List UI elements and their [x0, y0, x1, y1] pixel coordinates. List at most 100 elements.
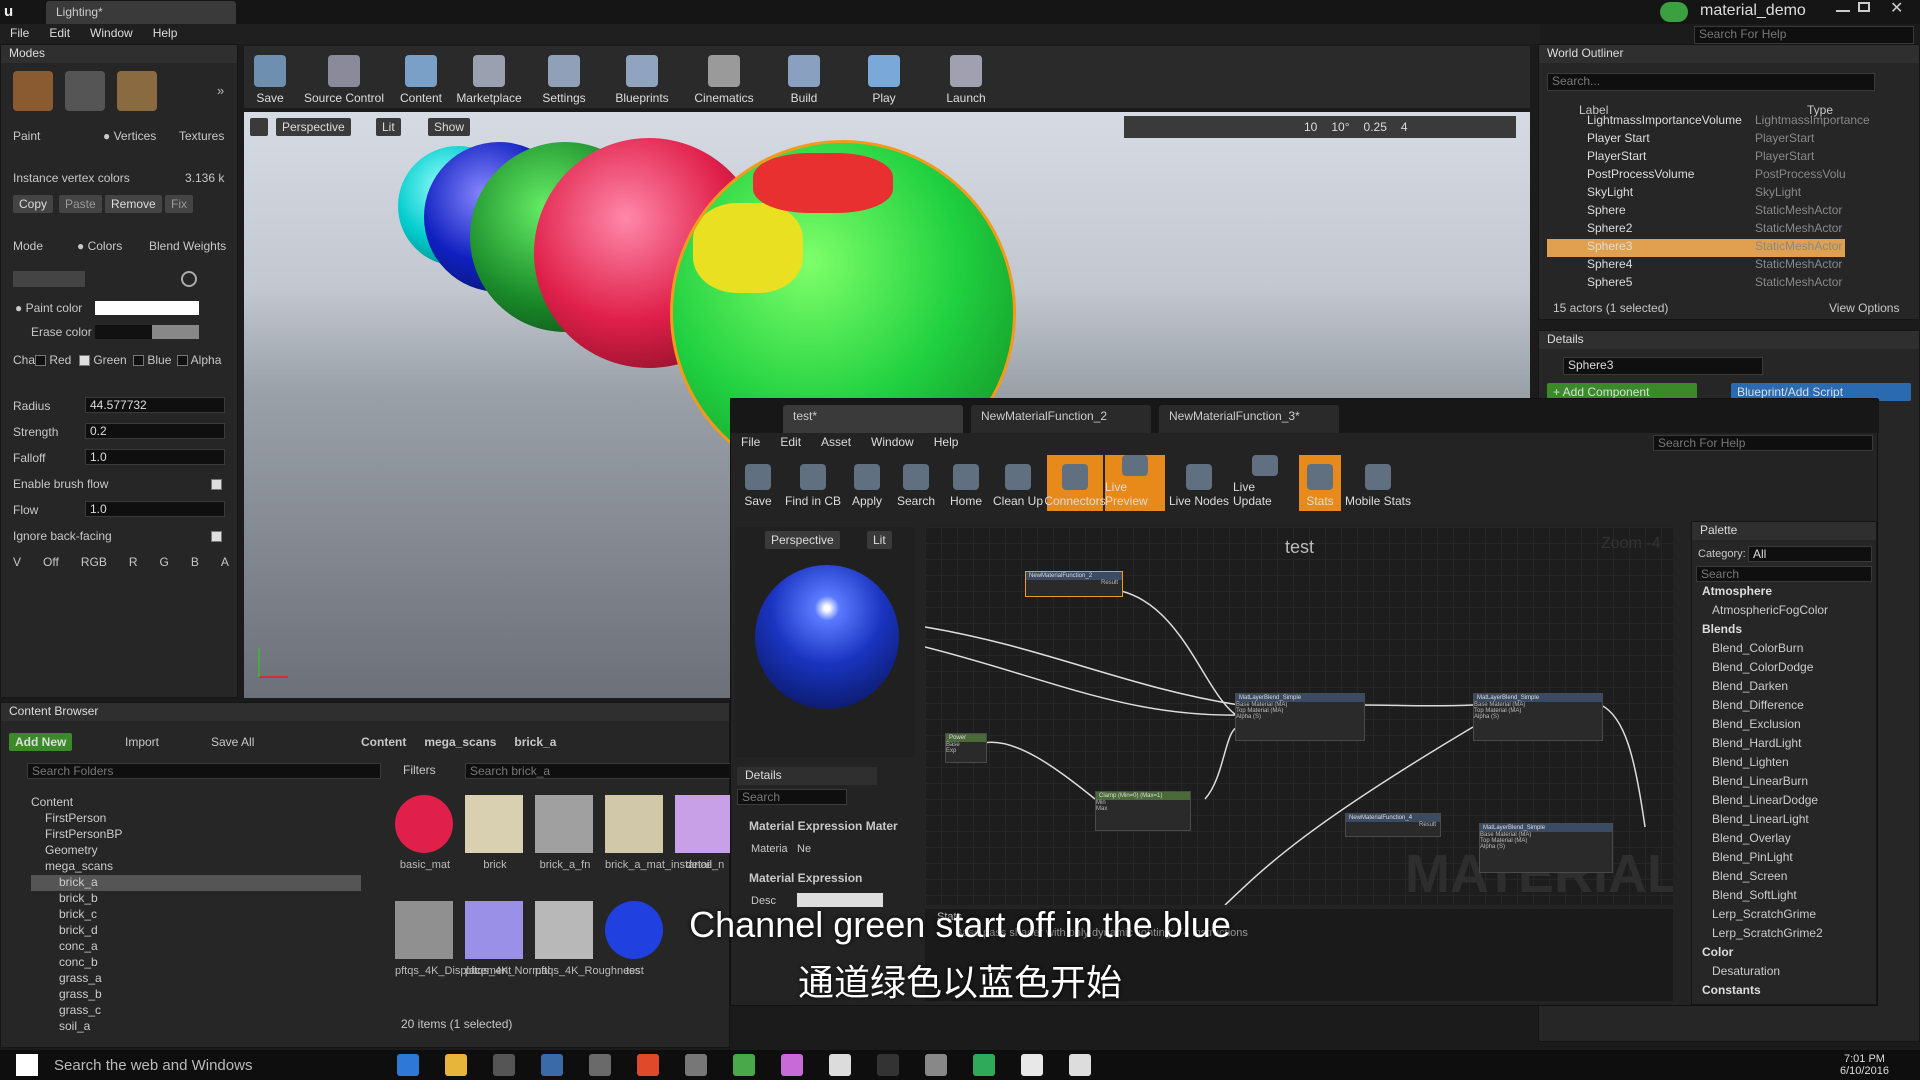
mat-help-search[interactable]: Search For Help — [1653, 435, 1873, 451]
crumb-content[interactable]: Content — [361, 735, 406, 749]
asset-tile[interactable]: test — [605, 901, 665, 977]
erase-color-label[interactable]: Erase color — [31, 325, 92, 339]
ignore-backfacing-checkbox[interactable] — [211, 531, 222, 542]
node-clamp[interactable]: Clamp (Min=0) (Max=1) Min Max — [1095, 791, 1191, 831]
asset-tile[interactable]: detail_n — [675, 795, 735, 871]
mat-details-ne-combo[interactable]: Ne — [797, 843, 811, 855]
b-radio[interactable]: B — [191, 555, 199, 569]
search-assets-input[interactable]: Search brick_a — [465, 763, 731, 779]
g-radio[interactable]: G — [160, 555, 169, 569]
mat-toolbar-button[interactable]: Clean Up — [991, 455, 1045, 511]
toolbar-blueprints-button[interactable]: Blueprints — [602, 46, 682, 108]
palette-item[interactable]: Blend_SoftLight — [1698, 888, 1868, 907]
toolbar-cinematics-button[interactable]: Cinematics — [684, 46, 764, 108]
mat-menu-edit[interactable]: Edit — [770, 435, 811, 453]
taskbar-app-icon[interactable] — [493, 1054, 515, 1076]
asset-tile[interactable]: brick — [465, 795, 525, 871]
mat-details-cat2[interactable]: Material Expression — [749, 871, 862, 885]
outliner-tab[interactable]: World Outliner — [1539, 45, 1919, 63]
mat-tab-nmf3[interactable]: NewMaterialFunction_3* — [1159, 405, 1339, 433]
crumb-mega-scans[interactable]: mega_scans — [424, 735, 496, 749]
palette-item[interactable]: Blend_ColorBurn — [1698, 641, 1868, 660]
flow-field[interactable]: 1.0 — [85, 501, 225, 517]
lit-button[interactable]: Lit — [376, 118, 401, 136]
menu-window[interactable]: Window — [80, 24, 143, 44]
taskbar-app-icon[interactable] — [541, 1054, 563, 1076]
copy-button[interactable]: Copy — [13, 195, 54, 213]
minimize-button[interactable] — [1836, 2, 1850, 12]
mat-details-search[interactable]: Search — [737, 789, 847, 805]
node-power[interactable]: Power Base Exp — [945, 733, 987, 763]
show-button[interactable]: Show — [428, 118, 471, 136]
palette-item[interactable]: Blend_Lighten — [1698, 755, 1868, 774]
node-nmf2[interactable]: NewMaterialFunction_2 Result — [1025, 571, 1123, 597]
mat-toolbar-button[interactable]: Stats — [1299, 455, 1341, 511]
palette-category[interactable]: Blends — [1698, 622, 1868, 641]
modes-tab[interactable]: Modes — [1, 45, 237, 63]
palette-item[interactable]: Blend_Darken — [1698, 679, 1868, 698]
node-blend1[interactable]: MatLayerBlend_Simple Base Material (MA) To… — [1235, 693, 1365, 741]
mat-toolbar-button[interactable]: Apply — [845, 455, 889, 511]
mat-preview-lit[interactable]: Lit — [867, 531, 892, 549]
node-blend3[interactable]: MatLayerBlend_Simple Base Material (MA) To… — [1479, 823, 1613, 873]
search-folders-input[interactable]: Search Folders — [27, 763, 381, 779]
folder-item[interactable]: Content — [31, 795, 361, 811]
folder-item[interactable]: grass_c — [31, 1003, 361, 1019]
asset-tile[interactable]: brick_a_mat_instance — [605, 795, 712, 871]
toolbar-settings-button[interactable]: Settings — [528, 46, 600, 108]
strength-field[interactable]: 0.2 — [85, 423, 225, 439]
mat-toolbar-button[interactable]: Save — [735, 455, 781, 511]
remove-button[interactable]: Remove — [105, 195, 162, 213]
folder-item[interactable]: brick_a — [31, 875, 361, 891]
details-tab[interactable]: Details — [1539, 331, 1919, 349]
outliner-row[interactable]: LightmassImportanceVolume LightmassImport… — [1547, 113, 1870, 131]
mat-preview-viewport[interactable]: Perspective Lit — [735, 527, 915, 757]
folder-item[interactable]: Geometry — [31, 843, 361, 859]
taskbar-app-icon[interactable] — [397, 1054, 419, 1076]
folder-item[interactable]: soil_a — [31, 1019, 361, 1035]
blue-checkbox[interactable]: Blue — [133, 353, 171, 367]
taskbar-app-icon[interactable] — [781, 1054, 803, 1076]
palette-search[interactable]: Search — [1696, 566, 1872, 582]
grid-snap-value[interactable]: 10 — [1304, 120, 1317, 134]
taskbar-app-icon[interactable] — [1021, 1054, 1043, 1076]
palette-item[interactable]: Desaturation — [1698, 964, 1868, 983]
red-check[interactable] — [35, 355, 46, 367]
menu-edit[interactable]: Edit — [39, 24, 80, 44]
palette-category[interactable]: Constants — [1698, 983, 1868, 1002]
toolbar-play-button[interactable]: Play — [844, 46, 924, 108]
level-tab[interactable]: Lighting* — [46, 1, 236, 24]
alpha-checkbox[interactable]: Alpha — [177, 353, 221, 367]
r-radio[interactable]: R — [129, 555, 138, 569]
vertices-radio[interactable]: ● Vertices — [103, 129, 156, 143]
erase-color-swatch[interactable] — [95, 325, 199, 339]
scale-snap-value[interactable]: 0.25 — [1364, 120, 1387, 134]
palette-tab[interactable]: Palette — [1692, 522, 1876, 540]
a-radio[interactable]: A — [221, 555, 229, 569]
toolbar-build-button[interactable]: Build — [766, 46, 842, 108]
perspective-button[interactable]: Perspective — [276, 118, 351, 136]
textures-radio[interactable]: Textures — [179, 129, 224, 143]
viewport-options-button[interactable] — [250, 118, 268, 136]
mat-toolbar-button[interactable]: Home — [943, 455, 989, 511]
view-mode-row[interactable]: V Off RGB R G B A — [13, 555, 229, 569]
paint-mode-icon[interactable] — [13, 71, 53, 111]
off-radio[interactable]: Off — [43, 555, 59, 569]
paste-button[interactable]: Paste — [59, 195, 102, 213]
camera-speed-value[interactable]: 4 — [1401, 120, 1408, 134]
asset-tile[interactable]: brick_a_fn — [535, 795, 595, 871]
asset-tile[interactable]: pftqs_4K_Displacement — [395, 901, 511, 977]
windows-start-icon[interactable] — [16, 1054, 38, 1076]
palette-item[interactable]: Blend_LinearDodge — [1698, 793, 1868, 812]
mat-tab-nmf2[interactable]: NewMaterialFunction_2 — [971, 405, 1151, 433]
folder-item[interactable]: mega_scans — [31, 859, 361, 875]
viewport-transform-tools[interactable]: 10 10° 0.25 4 — [1124, 116, 1516, 138]
palette-item[interactable]: Blend_Overlay — [1698, 831, 1868, 850]
save-all-button[interactable]: Save All — [211, 735, 254, 749]
fix-button[interactable]: Fix — [165, 195, 193, 213]
alpha-check[interactable] — [177, 355, 188, 367]
rotation-snap-value[interactable]: 10° — [1331, 120, 1349, 134]
actor-name-field[interactable]: Sphere3 — [1563, 357, 1763, 375]
taskbar-app-icon[interactable] — [829, 1054, 851, 1076]
import-button[interactable]: Import — [125, 735, 159, 749]
